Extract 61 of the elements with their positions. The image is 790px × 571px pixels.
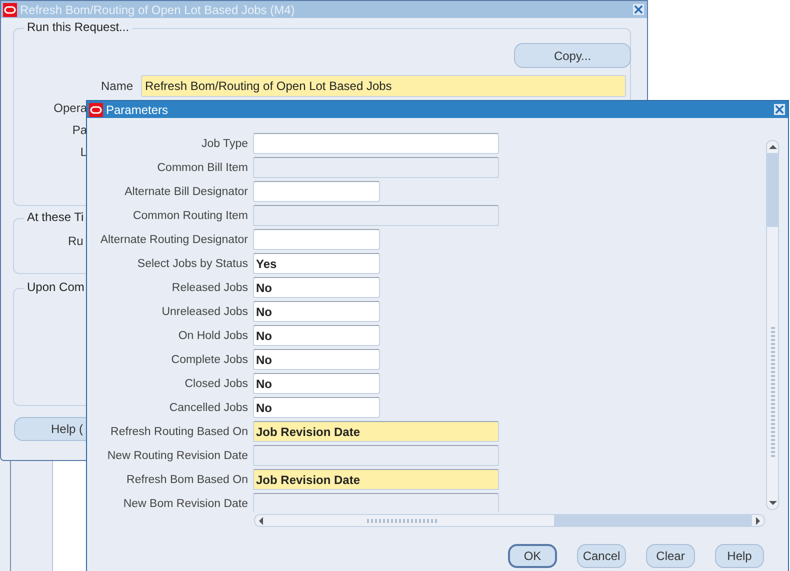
dialog-title: Parameters [106,102,170,116]
field-label: Job Type [200,138,248,150]
field-label: Opera [54,100,87,117]
field-label: Unreleased Jobs [160,306,248,318]
field-label: On Hold Jobs [177,330,248,342]
input-field[interactable] [253,205,499,226]
dialog-button[interactable]: Help [715,544,764,568]
field-label: Alternate Bill Designator [124,186,248,198]
field-label: Select Jobs by Status [136,258,248,270]
input-field[interactable]: No [253,277,380,298]
field-label: Name [100,79,134,93]
window-title: Refresh Bom/Routing of Open Lot Based Jobs (M4) [20,2,296,16]
group-title: At these Ti [24,210,87,224]
group-title: Run this Request... [24,20,132,34]
input-field[interactable] [253,229,380,250]
scroll-left-icon[interactable] [258,516,264,524]
dialog-button[interactable]: Cancel [577,544,626,568]
field-label: Common Routing Item [132,210,248,222]
field-label: Released Jobs [170,282,248,294]
field-label: L [80,144,87,161]
input-field[interactable]: No [253,301,380,322]
scroll-thumb[interactable] [554,515,752,526]
logo-icon [3,2,17,16]
field-label: Refresh Bom Based On [126,474,248,486]
scroll-right-icon[interactable] [755,516,761,524]
input-field[interactable]: Job Revision Date [253,469,499,490]
input-field[interactable]: No [253,325,380,346]
input-field[interactable] [253,133,499,154]
group-title: Upon Com [24,280,88,294]
field-label: Closed Jobs [184,378,248,390]
input-field[interactable]: Yes [253,253,380,274]
copy-button[interactable]: Copy... [514,43,631,68]
horizontal-scrollbar[interactable] [254,514,765,527]
field-label: Ru [68,233,84,250]
scroll-up-icon[interactable] [768,144,776,150]
grip-icon [770,327,774,457]
field-label: Pa [72,122,87,139]
field-label: Common Bill Item [156,162,248,174]
field-label: Cancelled Jobs [168,402,248,414]
grip-icon [367,518,439,522]
input-field[interactable] [253,493,499,512]
dialog-button[interactable]: OK [508,544,557,568]
field-label: Complete Jobs [170,354,248,366]
scroll-thumb[interactable] [767,153,778,227]
field-label: Alternate Routing Designator [99,234,248,246]
name-field[interactable]: Refresh Bom/Routing of Open Lot Based Jobs [141,75,626,97]
input-field[interactable] [253,181,380,202]
input-field[interactable]: No [253,373,380,394]
field-label: New Bom Revision Date [122,498,248,510]
vertical-scrollbar[interactable] [766,140,779,510]
input-field[interactable]: Job Revision Date [253,421,499,442]
field-label: New Routing Revision Date [106,450,248,462]
close-icon[interactable] [633,4,644,15]
input-field[interactable] [253,445,499,466]
scroll-down-icon[interactable] [768,500,776,506]
close-icon[interactable] [774,104,785,115]
dialog-button[interactable]: Clear [646,544,695,568]
input-field[interactable] [253,157,499,178]
input-field[interactable]: No [253,349,380,370]
input-field[interactable]: No [253,397,380,418]
logo-icon [89,102,103,116]
